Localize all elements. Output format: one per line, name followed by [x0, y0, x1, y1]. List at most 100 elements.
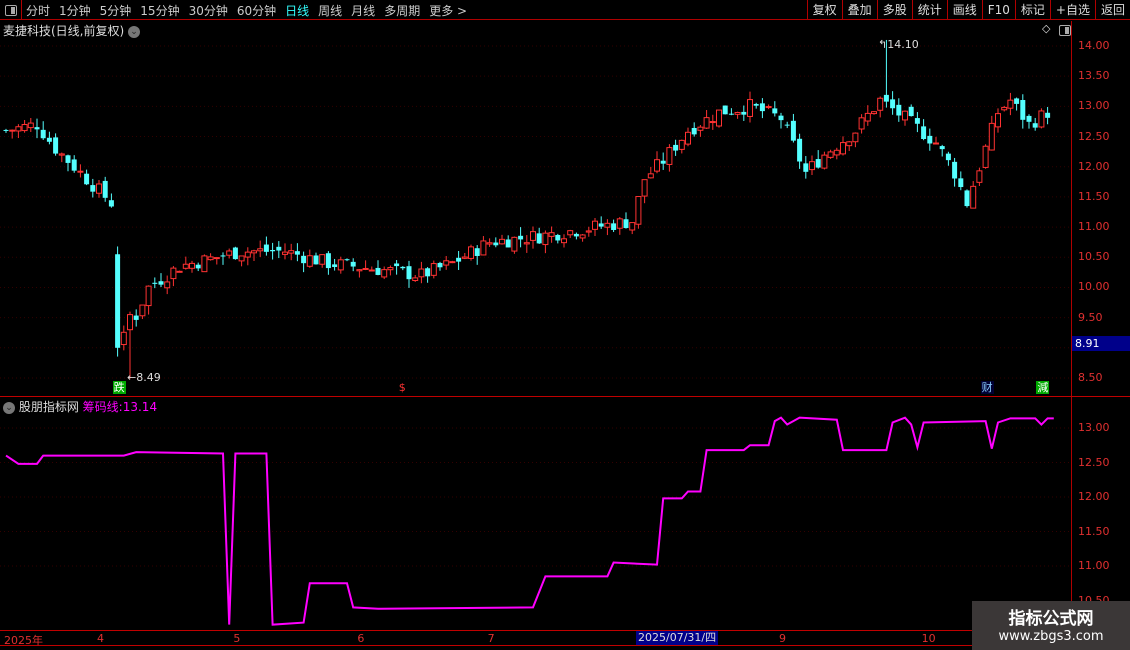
candle-body — [449, 261, 456, 264]
candle-body — [784, 124, 790, 126]
candle-body — [536, 233, 542, 244]
candle-body — [152, 282, 158, 284]
signal-marker[interactable]: 财 — [980, 381, 994, 394]
candle-body — [647, 173, 654, 179]
x-axis-line — [0, 630, 1130, 631]
crosshair-date: 2025/07/31/四 — [636, 631, 719, 645]
price-tick: 14.00 — [1078, 39, 1110, 52]
month-label: 6 — [357, 632, 365, 645]
candle-body — [592, 220, 598, 230]
candle-body — [344, 259, 350, 261]
candle-body — [474, 248, 480, 256]
candle-body — [195, 264, 201, 269]
month-label: 10 — [921, 632, 936, 645]
candle-body — [964, 190, 970, 207]
candle-body — [21, 124, 28, 132]
candle-body — [753, 103, 759, 106]
candle-body — [790, 120, 796, 141]
price-tick: 11.50 — [1078, 189, 1110, 203]
candle-body — [102, 180, 108, 198]
candle-body — [995, 113, 1001, 128]
panel-divider[interactable] — [0, 396, 1130, 397]
candle-body — [685, 131, 691, 145]
candle-body — [896, 104, 902, 116]
candle-body — [145, 285, 152, 307]
candle-body — [176, 270, 183, 273]
watermark: 指标公式网 www.zbgs3.com — [972, 601, 1130, 650]
candle-body — [945, 153, 951, 161]
indicator-tick: 13.00 — [1078, 421, 1110, 434]
price-tick: 10.50 — [1078, 250, 1110, 264]
candle-body — [394, 263, 400, 267]
candle-body — [988, 122, 995, 151]
candle-body — [201, 255, 208, 273]
candle-body — [635, 196, 642, 225]
candle-body — [883, 94, 889, 102]
candle-body — [765, 106, 772, 109]
candle-body — [1038, 110, 1045, 128]
indicator-tick: 12.50 — [1078, 455, 1110, 469]
candle-body — [263, 244, 269, 252]
candle-body — [815, 159, 821, 168]
candle-body — [418, 268, 425, 278]
candle-body — [585, 230, 592, 233]
candle-body — [921, 126, 927, 140]
candle-body — [747, 99, 753, 117]
candle-body — [927, 135, 933, 144]
price-tick: 10.00 — [1078, 280, 1110, 294]
candle-body — [412, 277, 419, 282]
candle-body — [90, 185, 96, 192]
candle-body — [238, 255, 245, 262]
price-axis-line — [1071, 21, 1072, 630]
candle-body — [728, 113, 734, 115]
candle-body — [337, 259, 344, 271]
candle-body — [306, 255, 313, 267]
month-label: 9 — [779, 632, 786, 645]
candle-body — [381, 269, 388, 278]
candle-body — [15, 126, 22, 132]
candle-body — [220, 255, 226, 257]
candle-body — [493, 242, 499, 246]
signal-marker[interactable]: 減 — [1036, 381, 1050, 394]
candle-body — [207, 256, 214, 261]
indicator-tick: 11.50 — [1078, 524, 1110, 538]
candle-body — [611, 223, 617, 230]
candle-body — [939, 146, 945, 150]
candle-body — [877, 97, 884, 111]
candle-body — [251, 250, 257, 254]
candle-body — [976, 170, 983, 183]
candle-body — [127, 314, 133, 331]
indicator-name: 股朋指标网 — [18, 400, 79, 414]
candle-body — [827, 151, 834, 158]
signal-marker[interactable]: $ — [398, 381, 407, 394]
candle-body — [797, 138, 803, 162]
candle-body — [809, 161, 815, 171]
candle-body — [555, 234, 561, 241]
price-tick: 9.50 — [1078, 310, 1103, 324]
indicator-title: ⌄ 股朋指标网 筹码线:13.14 — [3, 398, 157, 415]
candle-body — [46, 137, 52, 142]
candle-body — [691, 127, 697, 135]
candle-body — [673, 144, 679, 151]
candle-body — [697, 126, 704, 131]
high-price-annotation: ↰14.10 — [878, 38, 919, 51]
candle-body — [833, 149, 840, 156]
candle-body — [952, 161, 958, 179]
candle-body — [356, 269, 363, 272]
indicator-line-value: 13.14 — [122, 400, 158, 414]
candle-body — [654, 159, 660, 172]
candle-body — [840, 142, 846, 155]
signal-marker[interactable]: 跌 — [112, 381, 126, 394]
candle-body — [772, 108, 778, 114]
candle-body — [313, 255, 319, 265]
chevron-down-icon[interactable]: ⌄ — [3, 401, 15, 414]
candle-body — [871, 111, 877, 115]
tool-button[interactable]: 返回 — [1094, 0, 1130, 20]
candle-body — [133, 315, 139, 320]
candle-body — [573, 233, 579, 237]
candle-body — [616, 218, 623, 229]
candle-body — [3, 129, 9, 131]
candle-body — [71, 159, 77, 171]
candle-body — [158, 281, 164, 285]
candle-body — [982, 145, 989, 168]
